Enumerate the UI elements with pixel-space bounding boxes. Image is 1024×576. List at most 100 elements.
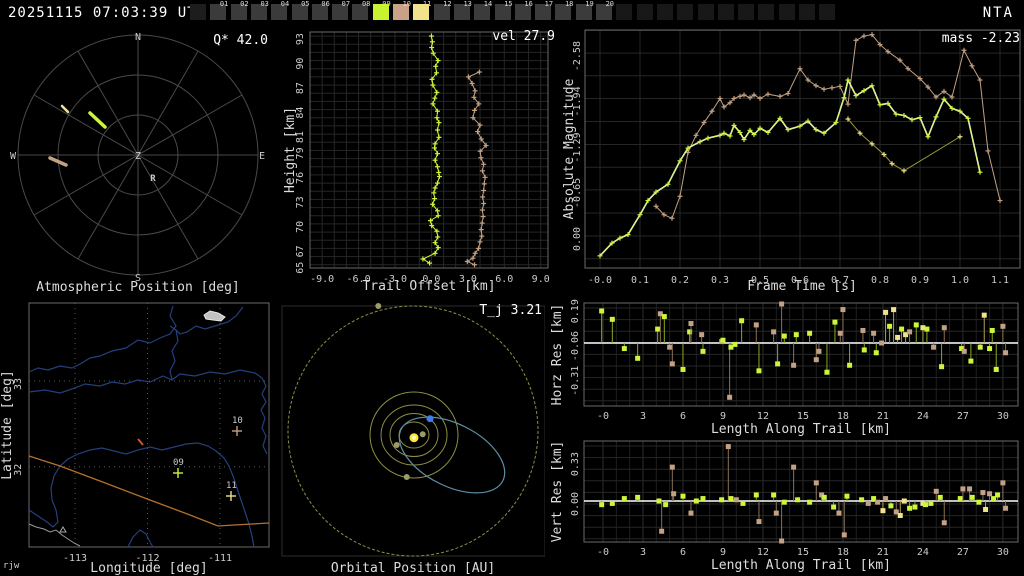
svg-text:6.0: 6.0 — [495, 274, 513, 285]
svg-text:E: E — [259, 151, 265, 162]
frame-box-10[interactable]: 10 — [393, 0, 411, 20]
frame-box-label: 12 — [443, 0, 452, 8]
svg-text:-111: -111 — [208, 553, 232, 564]
orbital-position-plot: T_j 3.21 Orbital Position [AU] — [281, 303, 545, 576]
frame-box-slot-24[interactable] — [677, 4, 694, 20]
svg-text:21: 21 — [877, 547, 889, 558]
frame-box-slot-21[interactable] — [616, 4, 633, 20]
svg-text:Orbital Position [AU]: Orbital Position [AU] — [331, 561, 495, 576]
svg-text:30: 30 — [997, 411, 1009, 422]
frame-box-01[interactable]: 01 — [210, 0, 228, 20]
frame-box-12[interactable]: 12 — [433, 0, 452, 20]
svg-text:0.19: 0.19 — [570, 299, 581, 323]
svg-text:Vert Res [km]: Vert Res [km] — [550, 441, 565, 543]
svg-text:0.9: 0.9 — [911, 275, 929, 286]
svg-text:90: 90 — [295, 58, 306, 70]
svg-text:9: 9 — [720, 411, 726, 422]
station-code: NTA — [982, 5, 1014, 21]
svg-text:30: 30 — [997, 547, 1009, 558]
frame-box-slot-22[interactable] — [636, 4, 653, 20]
svg-text:0.33: 0.33 — [570, 452, 581, 476]
frame-box-label: 18 — [564, 0, 574, 8]
frame-box-label: 01 — [219, 0, 229, 8]
svg-text:Horz Res [km]: Horz Res [km] — [550, 304, 565, 406]
svg-text:Frame Time [s]: Frame Time [s] — [747, 279, 857, 294]
timestamp: 20251115 07:03:39 UTC — [8, 5, 207, 21]
frame-box-11[interactable]: 11 — [413, 0, 431, 20]
svg-text:N: N — [135, 32, 141, 43]
frame-box-slot-28[interactable] — [758, 4, 775, 20]
frame-box-05[interactable]: 05 — [291, 0, 310, 20]
frame-box-14[interactable]: 14 — [474, 0, 492, 20]
frame-box-07[interactable]: 07 — [332, 0, 350, 20]
svg-text:3: 3 — [640, 411, 646, 422]
frame-box-13[interactable]: 13 — [453, 0, 472, 20]
frame-box-20[interactable]: 20 — [596, 0, 614, 20]
svg-text:Atmospheric Position [deg]: Atmospheric Position [deg] — [36, 280, 240, 295]
trail-offset-plot: -9.0 -6.0 -3.0 0.0 3.0 6.0 9.09390878481797673… — [283, 29, 555, 294]
frame-box-slot-0[interactable] — [190, 4, 206, 20]
frame-box-label: 13 — [463, 0, 472, 8]
frame-box-slot-30[interactable] — [799, 4, 815, 20]
svg-text:18: 18 — [837, 547, 849, 558]
svg-text:-9.0: -9.0 — [310, 274, 334, 285]
frame-box-16[interactable]: 16 — [514, 0, 533, 20]
svg-text:0.00: 0.00 — [572, 227, 583, 251]
frame-box-03[interactable]: 03 — [250, 0, 269, 20]
frame-box-08[interactable]: 08 — [352, 0, 370, 20]
frame-box-label: 06 — [321, 0, 330, 8]
frame-box-09[interactable]: 09 — [372, 0, 391, 20]
svg-text:24: 24 — [917, 411, 929, 422]
svg-text:6: 6 — [680, 547, 686, 558]
svg-text:T_j 3.21: T_j 3.21 — [479, 303, 542, 318]
svg-text:9: 9 — [720, 547, 726, 558]
svg-text:-0.31: -0.31 — [570, 366, 581, 396]
frame-box-label: 15 — [504, 0, 513, 8]
ground-map-plot: 100911-113 -112 -1113332Longitude [deg]Lat… — [0, 302, 270, 576]
svg-text:12: 12 — [757, 547, 769, 558]
frame-box-slot-27[interactable] — [738, 4, 755, 20]
frame-box-label: 19 — [585, 0, 594, 8]
svg-text:15: 15 — [797, 547, 809, 558]
frame-box-slot-23[interactable] — [656, 4, 673, 20]
frame-box-label: 07 — [341, 0, 351, 8]
frame-box-06[interactable]: 06 — [311, 0, 330, 20]
light-curve-plot: -0.0 0.1 0.2 0.3 0.5 0.6 0.7 0.8 0.9 1.0 1.1-2.58-… — [563, 29, 1021, 294]
top-bar: 20251115 07:03:39 UTC NTA 01 02 03 04 05 06 07… — [0, 0, 1024, 28]
svg-text:67: 67 — [295, 245, 306, 257]
frame-box-slot-26[interactable] — [717, 4, 734, 20]
frame-box-19[interactable]: 19 — [575, 0, 594, 20]
svg-text:73: 73 — [295, 196, 306, 208]
svg-text:Z: Z — [135, 151, 141, 162]
svg-text:R: R — [150, 174, 156, 184]
frame-box-04[interactable]: 04 — [271, 0, 289, 20]
svg-text:1.1: 1.1 — [991, 275, 1009, 286]
svg-text:0.1: 0.1 — [631, 275, 649, 286]
svg-text:0.8: 0.8 — [871, 275, 889, 286]
svg-text:10: 10 — [232, 416, 243, 426]
frame-box-15[interactable]: 15 — [494, 0, 513, 20]
svg-text:rjw: rjw — [3, 561, 20, 571]
frame-box-02[interactable]: 02 — [230, 0, 249, 20]
svg-text:87: 87 — [295, 82, 306, 94]
frame-box-18[interactable]: 18 — [555, 0, 573, 20]
svg-text:1.0: 1.0 — [951, 275, 969, 286]
svg-text:18: 18 — [837, 411, 849, 422]
frame-box-slot-29[interactable] — [778, 4, 795, 20]
svg-text:-0: -0 — [597, 547, 609, 558]
svg-text:mass -2.23: mass -2.23 — [942, 31, 1020, 46]
frame-box-label: 11 — [422, 0, 432, 8]
svg-text:Absolute Magnitude: Absolute Magnitude — [563, 78, 577, 219]
frame-box-17[interactable]: 17 — [535, 0, 553, 20]
svg-text:Longitude [deg]: Longitude [deg] — [90, 561, 207, 576]
svg-text:-2.58: -2.58 — [572, 41, 583, 71]
frame-box-slot-31[interactable] — [819, 4, 836, 20]
vert-residuals-plot: -0 3 6 9 12 15 18 21 24 27 30 0.33 0.00 Length Along … — [550, 440, 1019, 573]
frame-box-label: 04 — [280, 0, 290, 8]
svg-text:-0: -0 — [597, 411, 609, 422]
meteor-analysis-screen: 20251115 07:03:39 UTC NTA 01 02 03 04 05 06 07… — [0, 0, 1024, 576]
frame-box-label: 16 — [524, 0, 533, 8]
frame-box-slot-25[interactable] — [697, 4, 714, 20]
svg-text:70: 70 — [295, 221, 306, 233]
svg-text:Height [km]: Height [km] — [283, 107, 298, 193]
